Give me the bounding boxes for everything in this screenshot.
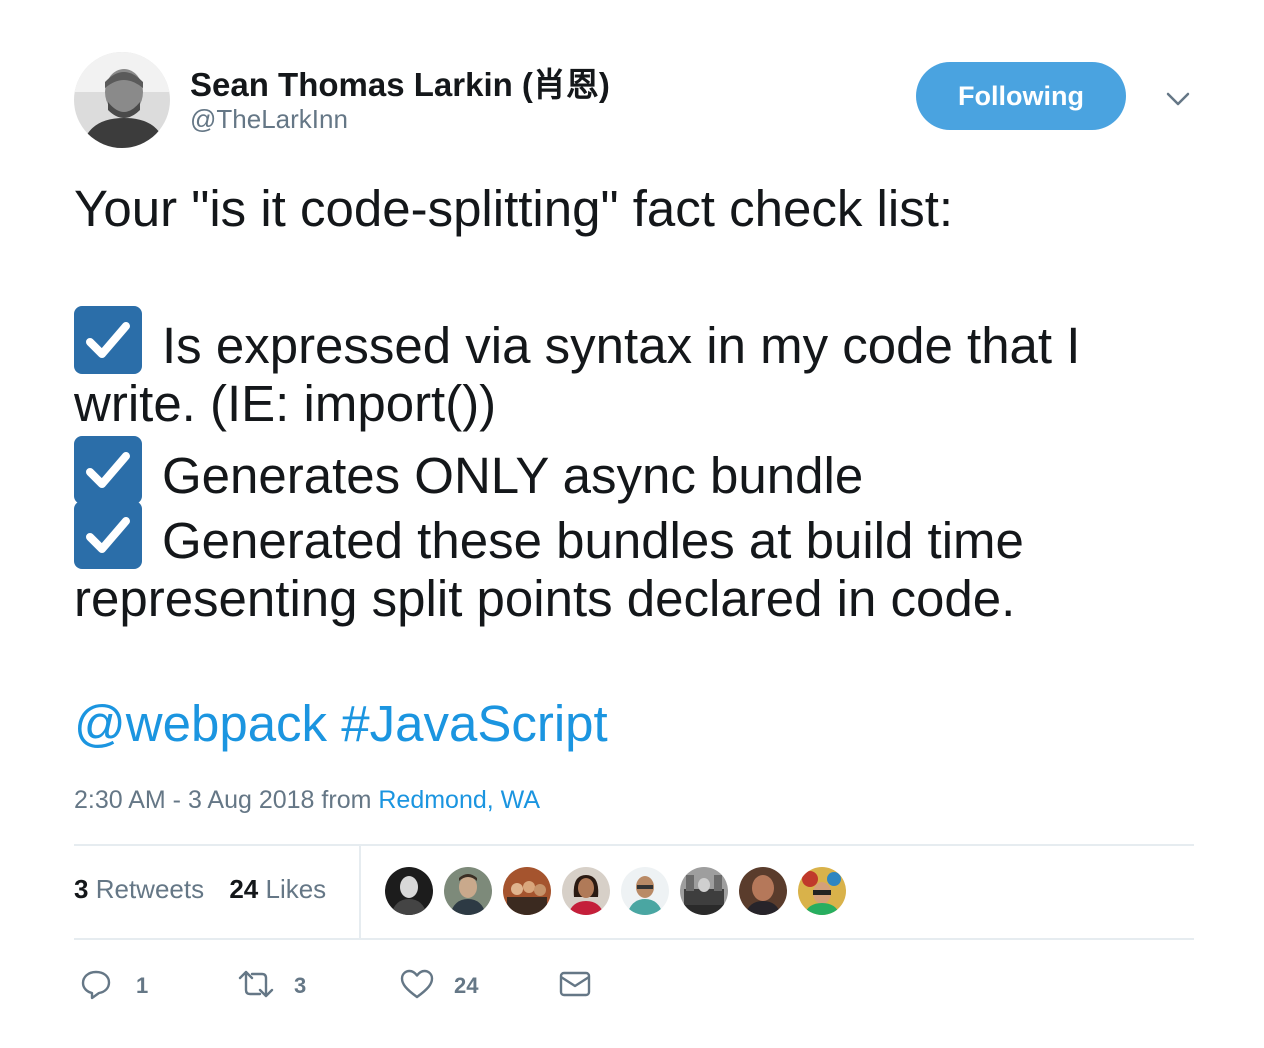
tweet-line: representing split points declared in co… <box>74 570 1016 627</box>
following-button-label: Following <box>958 80 1084 111</box>
author-avatar[interactable] <box>74 52 170 148</box>
direct-message-button[interactable] <box>558 966 592 1006</box>
like-button[interactable]: 24 <box>400 966 478 1006</box>
author-name[interactable]: Sean Thomas Larkin (肖恩) <box>190 58 610 106</box>
retweets-stat[interactable]: 3 Retweets <box>74 874 204 904</box>
reply-icon <box>80 968 112 1005</box>
liker-avatar[interactable] <box>562 867 610 915</box>
divider <box>74 938 1194 940</box>
location-link[interactable]: Redmond, WA <box>378 786 540 814</box>
liker-avatar[interactable] <box>680 867 728 915</box>
liker-avatar[interactable] <box>798 867 846 915</box>
tweet-line: Generates ONLY async bundle <box>74 436 1204 504</box>
tweet-stats: 3 Retweets 24 Likes <box>74 874 326 905</box>
tweet-timestamp[interactable]: 2:30 AM - 3 Aug 2018 <box>74 786 314 814</box>
hashtag-link[interactable]: #JavaScript <box>341 695 607 752</box>
author-handle[interactable]: @TheLarkInn <box>190 104 348 135</box>
liker-avatars <box>385 867 846 915</box>
from-label: from <box>321 786 372 814</box>
retweet-count: 3 <box>294 973 307 998</box>
liker-avatar[interactable] <box>739 867 787 915</box>
tweet-line: Generated these bundles at build time <box>74 501 1204 569</box>
tweet-line: Your "is it code-splitting" fact check l… <box>74 180 954 237</box>
checkbox-icon <box>74 436 142 504</box>
reply-button[interactable]: 1 <box>80 966 148 1006</box>
divider <box>74 844 1194 846</box>
liker-avatar[interactable] <box>444 867 492 915</box>
tweet-line: write. (IE: import()) <box>74 375 497 432</box>
heart-icon <box>400 968 434 1005</box>
following-button[interactable]: Following <box>916 62 1126 130</box>
like-count: 24 <box>454 973 479 998</box>
liker-avatar[interactable] <box>503 867 551 915</box>
liker-avatar[interactable] <box>621 867 669 915</box>
likes-stat[interactable]: 24 Likes <box>229 874 326 904</box>
tweet-meta: 2:30 AM - 3 Aug 2018 from Redmond, WA <box>74 786 540 815</box>
tweet-links: @webpack #JavaScript <box>74 694 608 753</box>
retweet-button[interactable]: 3 <box>236 966 306 1006</box>
tweet-line: Is expressed via syntax in my code that … <box>74 306 1204 374</box>
checkbox-icon <box>74 501 142 569</box>
envelope-icon <box>558 968 592 1005</box>
checkbox-icon <box>74 306 142 374</box>
reply-count: 1 <box>136 973 149 998</box>
retweet-icon <box>236 968 276 1005</box>
mention-link[interactable]: @webpack <box>74 695 327 752</box>
liker-avatar[interactable] <box>385 867 433 915</box>
chevron-down-icon[interactable] <box>1162 84 1194 114</box>
divider <box>359 846 361 938</box>
tweet-text: Your "is it code-splitting" fact check l… <box>74 176 1204 631</box>
